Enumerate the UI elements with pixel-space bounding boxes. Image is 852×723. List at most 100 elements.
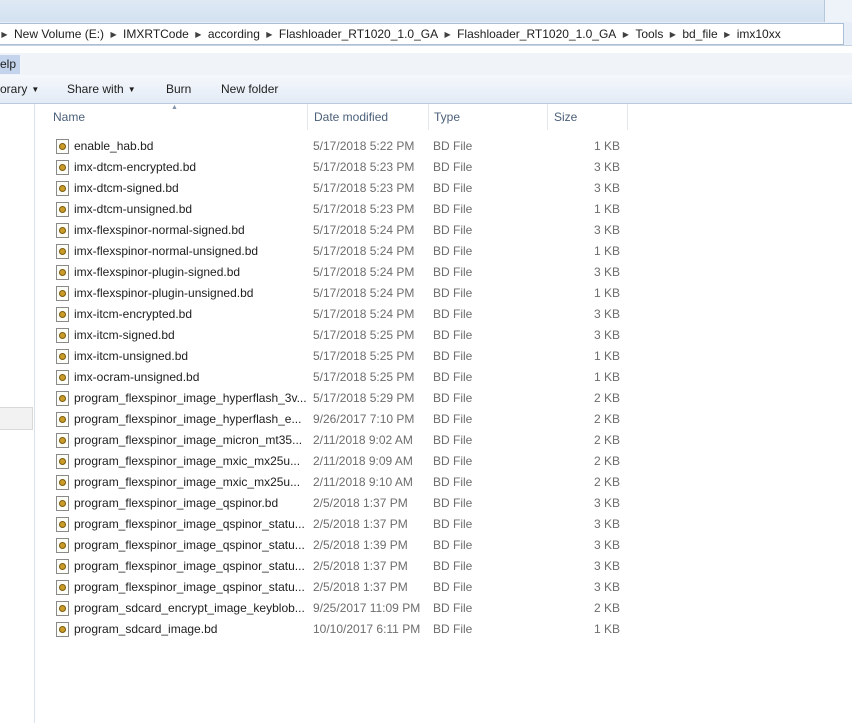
file-date-modified: 2/5/2018 1:37 PM (313, 559, 408, 573)
file-size: 1 KB (593, 286, 620, 300)
file-row[interactable]: program_flexspinor_image_qspinor_statu..… (48, 577, 648, 598)
file-name: program_flexspinor_image_qspinor_statu..… (74, 517, 305, 531)
file-size: 3 KB (593, 328, 620, 342)
file-date-modified: 5/17/2018 5:24 PM (313, 244, 415, 258)
breadcrumb-separator[interactable]: ▶ (621, 30, 630, 39)
file-row[interactable]: program_flexspinor_image_qspinor_statu..… (48, 514, 648, 535)
file-type: BD File (433, 559, 473, 573)
window-control-box[interactable] (824, 0, 852, 22)
file-size: 1 KB (593, 622, 620, 636)
column-header-date-modified[interactable]: Date modified (309, 104, 429, 130)
file-size: 2 KB (593, 412, 620, 426)
bd-file-icon (56, 286, 69, 301)
breadcrumb-item-tools[interactable]: Tools (630, 24, 668, 44)
file-name: program_sdcard_image.bd (74, 622, 218, 636)
file-name: imx-ocram-unsigned.bd (74, 370, 200, 384)
file-row[interactable]: imx-flexspinor-normal-signed.bd 5/17/2018… (48, 220, 648, 241)
share-with-button[interactable]: Share with ▼ (67, 75, 136, 103)
file-size: 3 KB (593, 265, 620, 279)
breadcrumb-item-drive[interactable]: New Volume (E:) (9, 24, 109, 44)
bd-file-icon (56, 307, 69, 322)
file-type: BD File (433, 622, 473, 636)
file-row[interactable]: program_flexspinor_image_mxic_mx25u... 2/… (48, 472, 648, 493)
new-folder-button[interactable]: New folder (221, 75, 278, 103)
column-header-name[interactable]: Name (48, 104, 308, 130)
file-name: imx-itcm-signed.bd (74, 328, 175, 342)
breadcrumb-separator[interactable]: ▶ (194, 30, 203, 39)
column-header-type[interactable]: Type (429, 104, 548, 130)
file-size: 3 KB (593, 517, 620, 531)
breadcrumb-item-imxrtcode[interactable]: IMXRTCode (118, 24, 194, 44)
file-size: 2 KB (593, 454, 620, 468)
file-type: BD File (433, 181, 473, 195)
file-size: 1 KB (593, 349, 620, 363)
file-date-modified: 2/11/2018 9:10 AM (313, 475, 413, 489)
file-size: 1 KB (593, 202, 620, 216)
breadcrumb-separator[interactable]: ▶ (109, 30, 118, 39)
file-date-modified: 5/17/2018 5:24 PM (313, 223, 415, 237)
file-date-modified: 5/17/2018 5:25 PM (313, 349, 415, 363)
breadcrumb-separator[interactable]: ▶ (668, 30, 677, 39)
file-name: imx-dtcm-unsigned.bd (74, 202, 193, 216)
breadcrumb-separator[interactable]: ▶ (443, 30, 452, 39)
file-row[interactable]: program_flexspinor_image_micron_mt35... 2… (48, 430, 648, 451)
file-row[interactable]: program_sdcard_image.bd 10/10/2017 6:11 P… (48, 619, 648, 640)
include-in-library-button[interactable]: orary ▼ (0, 75, 39, 103)
breadcrumb-separator[interactable]: ▶ (0, 30, 9, 39)
file-date-modified: 2/5/2018 1:37 PM (313, 496, 408, 510)
file-row[interactable]: imx-itcm-signed.bd 5/17/2018 5:25 PM BD Fi… (48, 325, 648, 346)
bd-file-icon (56, 475, 69, 490)
file-name: program_flexspinor_image_qspinor_statu..… (74, 580, 305, 594)
file-row[interactable]: imx-itcm-unsigned.bd 5/17/2018 5:25 PM BD … (48, 346, 648, 367)
file-row[interactable]: imx-ocram-unsigned.bd 5/17/2018 5:25 PM BD… (48, 367, 648, 388)
bd-file-icon (56, 433, 69, 448)
file-row[interactable]: program_sdcard_encrypt_image_keyblob... 9… (48, 598, 648, 619)
file-type: BD File (433, 286, 473, 300)
file-row[interactable]: program_flexspinor_image_qspinor_statu..… (48, 535, 648, 556)
file-row[interactable]: enable_hab.bd 5/17/2018 5:22 PM BD File 1 K… (48, 136, 648, 157)
bd-file-icon (56, 454, 69, 469)
file-row[interactable]: imx-flexspinor-plugin-unsigned.bd 5/17/20… (48, 283, 648, 304)
bd-file-icon (56, 328, 69, 343)
file-row[interactable]: imx-dtcm-unsigned.bd 5/17/2018 5:23 PM BD … (48, 199, 648, 220)
file-row[interactable]: imx-dtcm-encrypted.bd 5/17/2018 5:23 PM BD… (48, 157, 648, 178)
bd-file-icon (56, 181, 69, 196)
file-row[interactable]: imx-dtcm-signed.bd 5/17/2018 5:23 PM BD Fi… (48, 178, 648, 199)
file-date-modified: 9/25/2017 11:09 PM (313, 601, 421, 615)
file-size: 2 KB (593, 475, 620, 489)
column-header-size[interactable]: Size (549, 104, 628, 130)
file-row[interactable]: program_flexspinor_image_hyperflash_e...… (48, 409, 648, 430)
file-row[interactable]: program_flexspinor_image_hyperflash_3v..… (48, 388, 648, 409)
file-date-modified: 10/10/2017 6:11 PM (313, 622, 421, 636)
file-row[interactable]: program_flexspinor_image_qspinor.bd 2/5/2… (48, 493, 648, 514)
file-name: program_flexspinor_image_qspinor.bd (74, 496, 279, 510)
breadcrumb-item-imx10xx[interactable]: imx10xx (732, 24, 786, 44)
breadcrumb-item-flashloader-inner[interactable]: Flashloader_RT1020_1.0_GA (452, 24, 621, 44)
file-size: 1 KB (593, 370, 620, 384)
file-row[interactable]: imx-itcm-encrypted.bd 5/17/2018 5:24 PM BD… (48, 304, 648, 325)
breadcrumb-separator[interactable]: ▶ (723, 30, 732, 39)
file-row[interactable]: imx-flexspinor-plugin-signed.bd 5/17/2018… (48, 262, 648, 283)
navigation-pane[interactable] (0, 104, 35, 723)
file-size: 3 KB (593, 223, 620, 237)
file-row[interactable]: program_flexspinor_image_qspinor_statu..… (48, 556, 648, 577)
bd-file-icon (56, 160, 69, 175)
file-type: BD File (433, 538, 473, 552)
file-type: BD File (433, 265, 473, 279)
file-date-modified: 5/17/2018 5:24 PM (313, 265, 415, 279)
menu-help[interactable]: elp (0, 55, 21, 74)
burn-button[interactable]: Burn (166, 75, 191, 103)
breadcrumb-item-bd-file[interactable]: bd_file (677, 24, 722, 44)
file-name: program_flexspinor_image_micron_mt35... (74, 433, 303, 447)
file-type: BD File (433, 307, 473, 321)
file-row[interactable]: imx-flexspinor-normal-unsigned.bd 5/17/20… (48, 241, 648, 262)
file-type: BD File (433, 244, 473, 258)
file-row[interactable]: program_flexspinor_image_mxic_mx25u... 2/… (48, 451, 648, 472)
breadcrumb-separator[interactable]: ▶ (265, 30, 274, 39)
breadcrumb-item-flashloader[interactable]: Flashloader_RT1020_1.0_GA (274, 24, 443, 44)
navigation-selected-item[interactable] (0, 407, 33, 430)
breadcrumb[interactable]: ▶ New Volume (E:) ▶ IMXRTCode ▶ accordin… (0, 23, 844, 45)
file-date-modified: 5/17/2018 5:24 PM (313, 307, 415, 321)
breadcrumb-item-according[interactable]: according (203, 24, 265, 44)
file-date-modified: 9/26/2017 7:10 PM (313, 412, 415, 426)
